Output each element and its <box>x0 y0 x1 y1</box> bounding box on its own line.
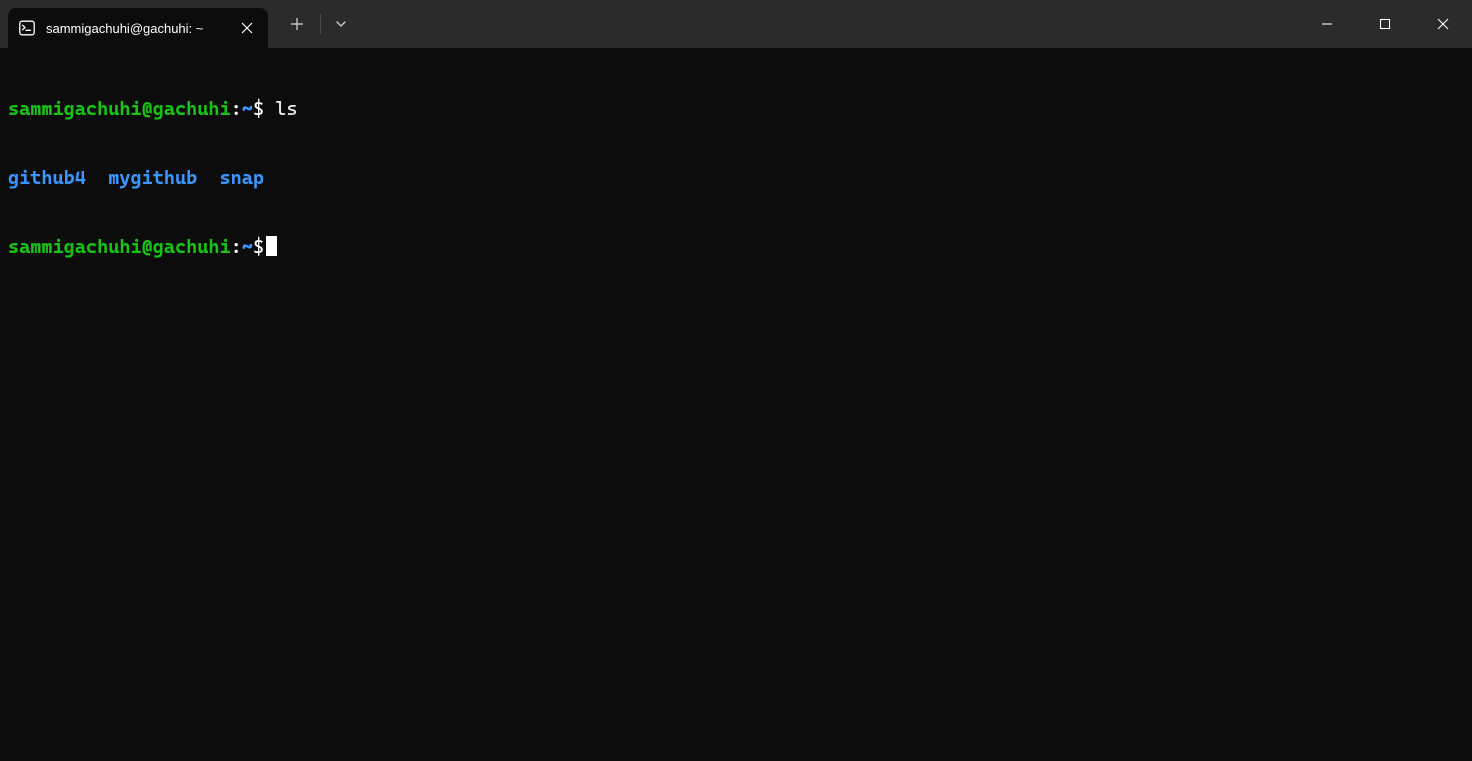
tab-dropdown-button[interactable] <box>323 0 359 48</box>
minimize-button[interactable] <box>1298 0 1356 48</box>
prompt-path: ~ <box>242 236 253 258</box>
maximize-icon <box>1379 18 1391 30</box>
maximize-button[interactable] <box>1356 0 1414 48</box>
tab-title: sammigachuhi@gachuhi: ~ <box>46 21 203 36</box>
terminal-viewport[interactable]: sammigachuhi@gachuhi:~$ ls github4 mygit… <box>0 48 1472 761</box>
window-close-button[interactable] <box>1414 0 1472 48</box>
plus-icon <box>290 17 304 31</box>
cursor <box>266 236 277 256</box>
window-controls <box>1298 0 1472 48</box>
output-sep <box>197 167 219 189</box>
terminal-icon <box>18 19 36 37</box>
terminal-line: sammigachuhi@gachuhi:~$ <box>8 236 1464 259</box>
chevron-down-icon <box>335 18 347 30</box>
directory-name: github4 <box>8 167 86 189</box>
new-tab-button[interactable] <box>276 0 318 48</box>
prompt-colon: : <box>231 236 242 258</box>
output-sep <box>86 167 108 189</box>
prompt-user-host: sammigachuhi@gachuhi <box>8 98 231 120</box>
terminal-line: sammigachuhi@gachuhi:~$ ls <box>8 98 1464 121</box>
prompt-path: ~ <box>242 98 253 120</box>
close-icon <box>1437 18 1449 30</box>
title-bar: sammigachuhi@gachuhi: ~ <box>0 0 1472 48</box>
divider <box>320 14 321 34</box>
terminal-line: github4 mygithub snap <box>8 167 1464 190</box>
prompt-user-host: sammigachuhi@gachuhi <box>8 236 231 258</box>
tab-close-button[interactable] <box>236 17 258 39</box>
directory-name: snap <box>220 167 265 189</box>
directory-name: mygithub <box>108 167 197 189</box>
terminal-tab[interactable]: sammigachuhi@gachuhi: ~ <box>8 8 268 48</box>
prompt-colon: : <box>231 98 242 120</box>
tab-actions <box>276 0 359 48</box>
prompt-dollar: $ <box>253 236 264 258</box>
close-icon <box>241 22 253 34</box>
command-text: ls <box>264 98 297 120</box>
minimize-icon <box>1321 18 1333 30</box>
prompt-dollar: $ <box>253 98 264 120</box>
